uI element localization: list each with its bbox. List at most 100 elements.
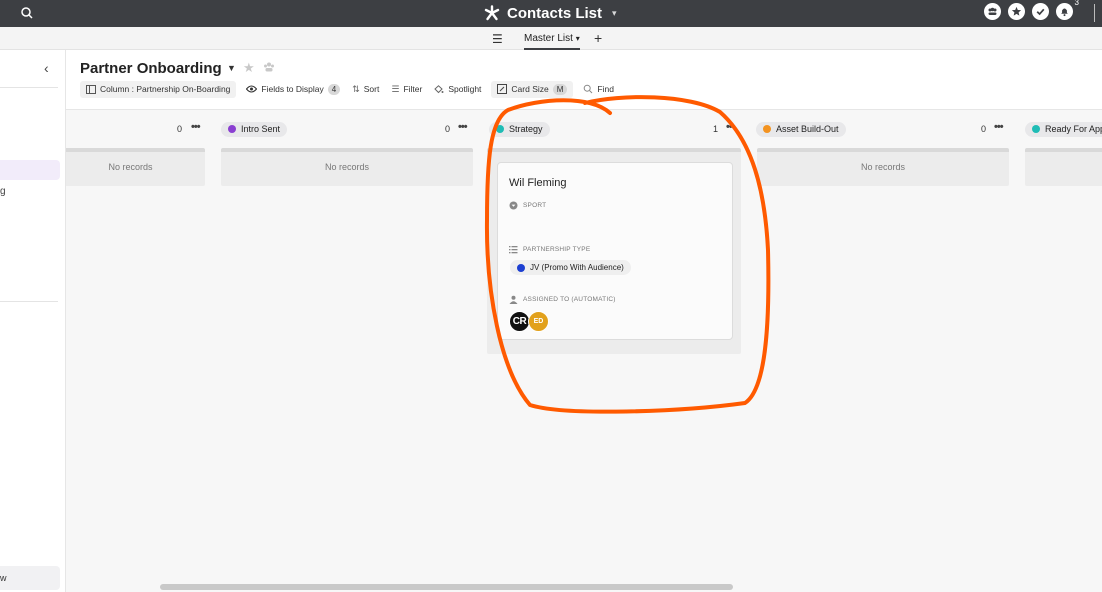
chevron-down-icon: ▾	[612, 7, 617, 18]
status-dot	[517, 263, 525, 272]
more-options-icon[interactable]: •••	[191, 121, 201, 133]
card-size-button[interactable]: Card Size M	[491, 80, 574, 98]
chevron-down-icon: ▾	[575, 34, 580, 43]
divider	[0, 301, 58, 302]
record-card[interactable]: Wil Fleming SPORT PARTNERSHIP TYPE JV (P…	[497, 162, 733, 340]
column-body	[1025, 148, 1102, 186]
card-size-label: Card Size	[511, 84, 549, 94]
fields-to-display-label: Fields to Display	[261, 84, 324, 94]
view-bar: ☰ Master List ▾ +	[0, 27, 1102, 50]
sidebar-item-label[interactable]: g	[0, 186, 6, 197]
status-pill: Asset Build-Out	[756, 121, 846, 137]
divider	[1094, 4, 1095, 22]
column-header[interactable]: Strategy	[489, 121, 550, 137]
eye-icon	[246, 85, 258, 93]
favorites-star-icon[interactable]	[1008, 3, 1025, 20]
card-title: Wil Fleming	[509, 177, 567, 189]
list-field-icon	[509, 246, 518, 254]
column-header[interactable]: Intro Sent	[221, 121, 288, 137]
empty-state-text: No records	[108, 162, 153, 172]
share-people-icon[interactable]	[263, 61, 275, 73]
more-options-icon[interactable]: •••	[458, 121, 468, 133]
filter-label: Filter	[403, 84, 423, 94]
hamburger-menu-icon[interactable]: ☰	[492, 32, 503, 46]
star-icon[interactable]: ★	[243, 60, 255, 76]
tab-master-list[interactable]: Master List ▾	[524, 27, 580, 50]
column-selector-button[interactable]: Column : Partnership On-Boarding	[80, 80, 237, 98]
app-logo-icon	[484, 5, 500, 21]
team-icon[interactable]	[984, 3, 1001, 20]
app-title-menu[interactable]: Contacts List ▾	[484, 3, 617, 23]
tasks-check-icon[interactable]	[1032, 3, 1049, 20]
card-size-value: M	[552, 83, 568, 95]
status-dot	[763, 125, 771, 133]
field-label-text: PARTNERSHIP TYPE	[523, 246, 591, 253]
search-icon[interactable]	[19, 5, 35, 21]
field-label-text: ASSIGNED TO (AUTOMATIC)	[523, 296, 616, 303]
add-view-button[interactable]: +	[594, 30, 602, 46]
status-dot	[228, 125, 236, 133]
chevron-down-icon[interactable]: ▼	[227, 63, 236, 73]
sidebar-bottom-button[interactable]: w	[0, 566, 60, 590]
empty-state-text: No records	[324, 162, 369, 172]
column-header[interactable]: Ready For App	[1025, 121, 1102, 137]
sidebar: ‹ g w	[0, 50, 66, 592]
column-body: No records	[757, 148, 1009, 186]
field-label: PARTNERSHIP TYPE	[509, 245, 590, 254]
column-name: Asset Build-Out	[776, 124, 839, 134]
find-button[interactable]: Find	[581, 81, 616, 98]
column-count: 0	[177, 124, 183, 134]
column-header[interactable]: Asset Build-Out	[756, 121, 846, 137]
person-field-icon	[509, 295, 518, 304]
avatar[interactable]: CR	[509, 311, 530, 332]
fields-to-display-button[interactable]: Fields to Display 4	[244, 81, 342, 98]
column-body: Wil Fleming SPORT PARTNERSHIP TYPE JV (P…	[487, 148, 741, 354]
sort-icon: ⇅	[352, 83, 360, 94]
column-selector-label: Column : Partnership On-Boarding	[100, 84, 231, 94]
dropdown-field-icon	[509, 201, 518, 210]
fields-count-badge: 4	[327, 83, 341, 95]
top-bar: Contacts List ▾ 3	[0, 0, 1102, 27]
avatar[interactable]: ED	[528, 311, 549, 332]
column-body: No records	[221, 148, 473, 186]
sort-label: Sort	[363, 84, 380, 94]
status-dot	[496, 125, 504, 133]
status-pill: Ready For App	[1025, 121, 1102, 137]
sidebar-item-active[interactable]	[0, 160, 60, 180]
spotlight-button[interactable]: Spotlight	[432, 81, 483, 98]
partnership-type-chip: JV (Promo With Audience)	[510, 260, 631, 275]
column-name: Intro Sent	[241, 124, 281, 134]
filter-icon: ☰	[391, 83, 400, 94]
app-title: Contacts List	[507, 4, 603, 22]
column-count: 1	[713, 124, 719, 134]
card-size-icon	[497, 84, 508, 94]
columns-icon	[86, 84, 96, 94]
find-label: Find	[597, 84, 614, 94]
column-name: Ready For App	[1045, 124, 1102, 134]
search-icon	[584, 84, 593, 94]
status-pill: Intro Sent	[221, 121, 288, 137]
paint-bucket-icon	[434, 84, 444, 93]
divider	[0, 87, 58, 88]
tab-label: Master List	[524, 33, 573, 44]
horizontal-scrollbar[interactable]	[160, 584, 733, 590]
filter-button[interactable]: ☰ Filter	[389, 81, 424, 98]
more-options-icon[interactable]: •••	[994, 121, 1004, 133]
page-title: Partner Onboarding	[80, 60, 222, 77]
collapse-sidebar-chevron-icon[interactable]: ‹	[44, 60, 49, 76]
kanban-board: 0 ••• No records Intro Sent 0 ••• No rec…	[66, 110, 1102, 592]
column-body: No records	[66, 148, 205, 186]
field-label: ASSIGNED TO (AUTOMATIC)	[509, 295, 616, 304]
notifications-bell-icon[interactable]: 3	[1056, 0, 1079, 20]
column-count: 0	[981, 124, 987, 134]
spotlight-label: Spotlight	[448, 84, 482, 94]
page-header: Partner Onboarding ▼ ★ Column : Partners…	[66, 50, 1102, 110]
status-dot	[1032, 125, 1040, 133]
more-options-icon[interactable]: •••	[726, 121, 736, 133]
status-pill: Strategy	[489, 121, 550, 137]
sort-button[interactable]: ⇅ Sort	[350, 81, 381, 98]
empty-state-text: No records	[860, 162, 905, 172]
field-label: SPORT	[509, 201, 546, 210]
field-label-text: SPORT	[523, 202, 547, 209]
column-name: Strategy	[509, 124, 543, 134]
